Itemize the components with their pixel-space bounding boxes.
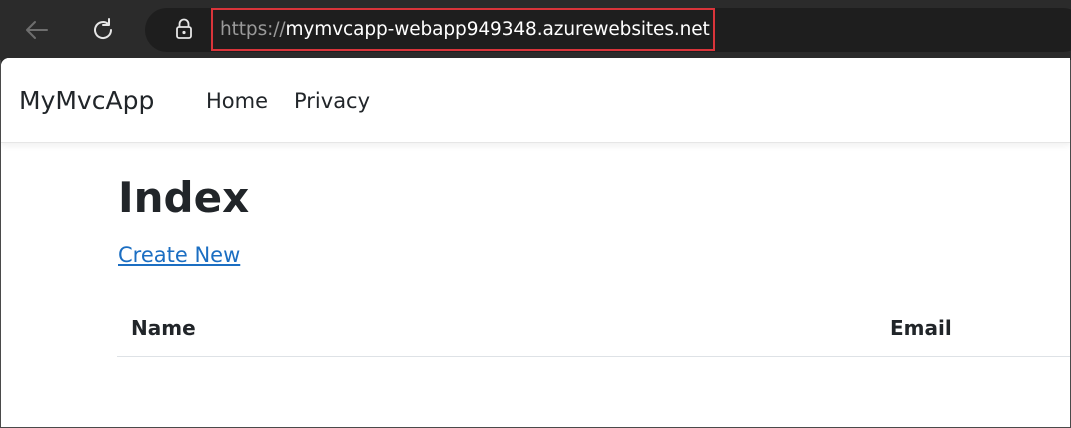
table-header-row: Name Email bbox=[117, 304, 1070, 357]
nav-link-home[interactable]: Home bbox=[206, 89, 268, 113]
nav-link-privacy[interactable]: Privacy bbox=[294, 89, 370, 113]
site-navbar: MyMvcApp Home Privacy bbox=[1, 58, 1070, 143]
lock-icon[interactable] bbox=[173, 18, 195, 40]
brand-link[interactable]: MyMvcApp bbox=[19, 86, 154, 115]
arrow-left-icon bbox=[26, 21, 48, 39]
web-page: MyMvcApp Home Privacy Index Create New N… bbox=[1, 58, 1070, 427]
column-header-email: Email bbox=[890, 316, 952, 340]
browser-toolbar: https://mymvcapp-webapp949348.azurewebsi… bbox=[0, 0, 1071, 60]
refresh-button[interactable] bbox=[85, 12, 121, 48]
url-scheme: https:// bbox=[220, 19, 286, 40]
back-button[interactable] bbox=[19, 12, 55, 48]
url-host: mymvcapp-webapp949348.azurewebsites.net bbox=[285, 19, 710, 40]
refresh-icon bbox=[94, 18, 113, 39]
page-title: Index bbox=[118, 173, 250, 222]
url-highlight-box[interactable]: https://mymvcapp-webapp949348.azurewebsi… bbox=[211, 8, 715, 51]
column-header-name: Name bbox=[131, 316, 196, 340]
create-new-link[interactable]: Create New bbox=[118, 243, 240, 267]
